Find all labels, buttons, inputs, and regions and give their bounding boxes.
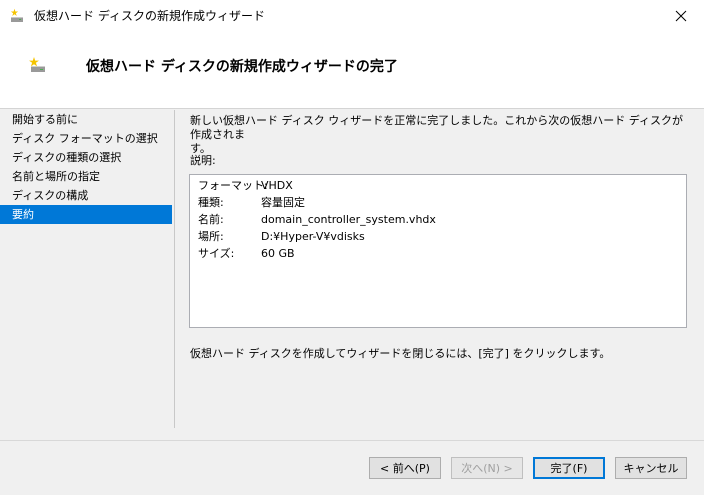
summary-key: 名前: bbox=[198, 213, 224, 226]
summary-key: 種類: bbox=[198, 196, 224, 209]
wizard-header: 仮想ハード ディスクの新規作成ウィザードの完了 bbox=[0, 31, 704, 109]
title-bar: 仮想ハード ディスクの新規作成ウィザード bbox=[0, 0, 704, 31]
next-button[interactable]: 次へ(N) > bbox=[451, 457, 523, 479]
summary-row: 場所: D:¥Hyper-V¥vdisks bbox=[198, 230, 365, 244]
nav-item-choose-type[interactable]: ディスクの種類の選択 bbox=[0, 148, 172, 167]
wizard-step-list: 開始する前に ディスク フォーマットの選択 ディスクの種類の選択 名前と場所の指… bbox=[0, 110, 172, 224]
summary-row: 種類: 容量固定 bbox=[198, 196, 305, 210]
nav-item-choose-format[interactable]: ディスク フォーマットの選択 bbox=[0, 129, 172, 148]
summary-value: VHDX bbox=[261, 179, 293, 192]
intro-line: 新しい仮想ハード ディスク ウィザードを正常に完了しました。これから次の仮想ハー… bbox=[190, 114, 683, 141]
summary-key: 場所: bbox=[198, 230, 224, 243]
summary-row: フォーマット:VHDX bbox=[198, 179, 293, 193]
summary-key: サイズ: bbox=[198, 247, 235, 260]
nav-item-summary[interactable]: 要約 bbox=[0, 205, 172, 224]
summary-value: D:¥Hyper-V¥vdisks bbox=[261, 230, 365, 243]
close-icon bbox=[675, 10, 687, 21]
divider bbox=[174, 110, 175, 428]
summary-key: フォーマット: bbox=[198, 179, 268, 192]
finish-instruction: 仮想ハード ディスクを作成してウィザードを閉じるには、[完了] をクリックします… bbox=[190, 347, 611, 360]
summary-box[interactable]: フォーマット:VHDX 種類: 容量固定 名前: domain_controller… bbox=[189, 174, 687, 328]
intro-text: 新しい仮想ハード ディスク ウィザードを正常に完了しました。これから次の仮想ハー… bbox=[190, 114, 688, 156]
intro-line: す。 bbox=[190, 142, 211, 155]
summary-row: 名前: domain_controller_system.vhdx bbox=[198, 213, 436, 227]
nav-item-configure-disk[interactable]: ディスクの構成 bbox=[0, 186, 172, 205]
finish-button[interactable]: 完了(F) bbox=[533, 457, 605, 479]
cancel-button[interactable]: キャンセル bbox=[615, 457, 687, 479]
main-content: 新しい仮想ハード ディスク ウィザードを正常に完了しました。これから次の仮想ハー… bbox=[190, 114, 688, 167]
nav-item-before-you-begin[interactable]: 開始する前に bbox=[0, 110, 172, 129]
back-button[interactable]: < 前へ(P) bbox=[369, 457, 441, 479]
description-label: 説明: bbox=[190, 154, 216, 167]
close-button[interactable] bbox=[658, 0, 704, 31]
page-title: 仮想ハード ディスクの新規作成ウィザードの完了 bbox=[86, 59, 398, 75]
window-title: 仮想ハード ディスクの新規作成ウィザード bbox=[34, 9, 265, 23]
summary-row: サイズ: 60 GB bbox=[198, 247, 295, 261]
nav-item-name-location[interactable]: 名前と場所の指定 bbox=[0, 167, 172, 186]
summary-value: domain_controller_system.vhdx bbox=[261, 213, 436, 226]
virtual-disk-icon bbox=[9, 8, 25, 24]
virtual-disk-icon bbox=[28, 55, 48, 75]
summary-value: 60 GB bbox=[261, 247, 295, 260]
footer-divider bbox=[0, 440, 704, 441]
summary-value: 容量固定 bbox=[261, 196, 305, 209]
